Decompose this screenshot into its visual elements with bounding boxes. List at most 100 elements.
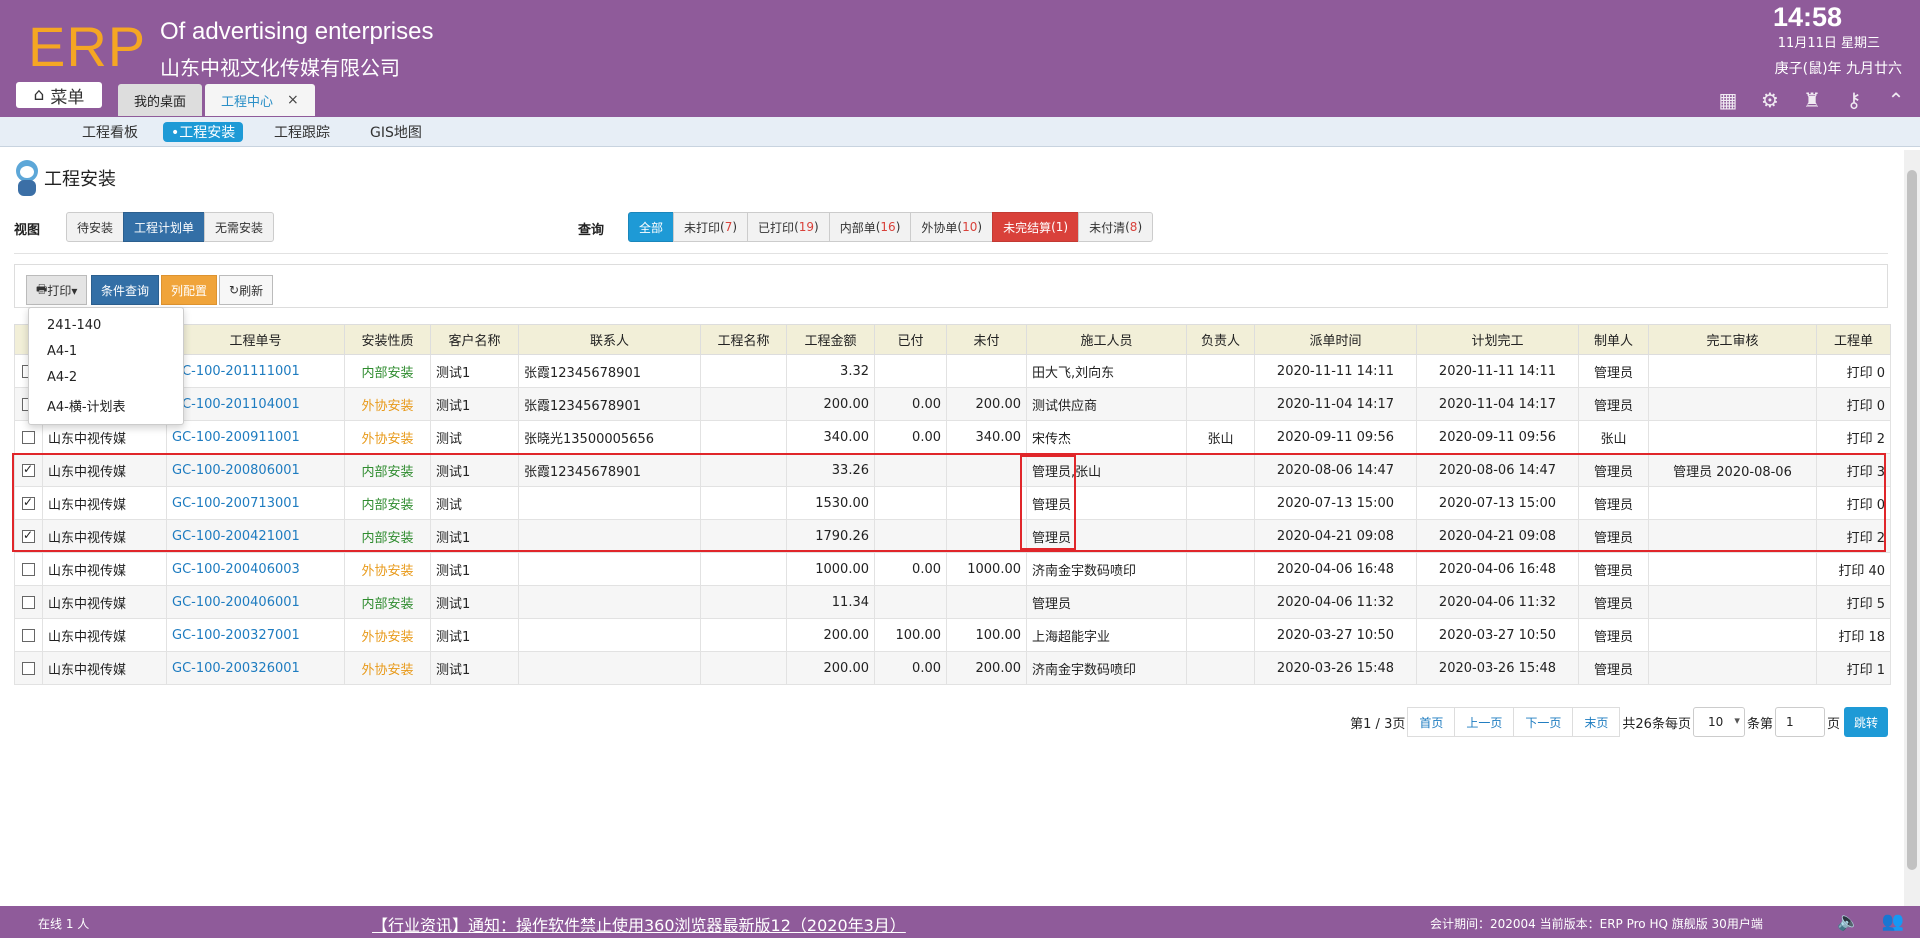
close-icon[interactable]: × bbox=[287, 92, 299, 108]
row-checkbox-cell[interactable] bbox=[14, 519, 43, 553]
row-checkbox[interactable] bbox=[22, 628, 35, 642]
filter-unprinted[interactable]: 未打印(7) bbox=[673, 212, 749, 242]
row-checkbox-cell[interactable] bbox=[14, 651, 43, 685]
grid-add-icon[interactable]: ▦ bbox=[1716, 88, 1740, 112]
prev-page-button[interactable]: 上一页 bbox=[1454, 707, 1515, 737]
page-number-input[interactable]: 1 bbox=[1774, 707, 1825, 737]
tab-my-desktop[interactable]: 我的桌面 bbox=[118, 84, 203, 116]
print-option-241-140[interactable]: 241-140 bbox=[47, 318, 101, 333]
gear-icon[interactable]: ⚙ bbox=[1758, 88, 1782, 112]
news-link[interactable]: 【行业资讯】通知：操作软件禁止使用360浏览器最新版12（2020年3月） bbox=[372, 912, 906, 936]
table-row[interactable]: GC-100-201111001 内部安装 测试1 张霞12345678901 3.32… bbox=[14, 354, 1891, 388]
menu-button[interactable]: ⌂ 菜单 bbox=[16, 82, 102, 108]
last-page-button[interactable]: 末页 bbox=[1572, 707, 1621, 737]
cell-print[interactable]: 打印 0 bbox=[1816, 387, 1891, 421]
row-checkbox[interactable] bbox=[22, 661, 35, 675]
row-checkbox-cell[interactable] bbox=[14, 420, 43, 454]
subnav-project-track[interactable]: 工程跟踪 bbox=[266, 122, 338, 142]
vertical-scrollbar[interactable] bbox=[1904, 150, 1920, 906]
filter-unsettled[interactable]: 未完结算(1) bbox=[992, 212, 1080, 242]
view-pending-install[interactable]: 待安装 bbox=[66, 212, 125, 242]
row-checkbox[interactable] bbox=[22, 595, 35, 609]
condition-query-button[interactable]: 条件查询 bbox=[91, 275, 160, 305]
table-row[interactable]: 山东中视传媒GC-100-200806001内部安装测试1张霞123456789… bbox=[14, 453, 1891, 487]
filter-outsourced[interactable]: 外协单(10) bbox=[910, 212, 994, 242]
subnav-project-install[interactable]: •工程安装 bbox=[163, 122, 244, 142]
cell-no[interactable]: GC-100-200406003 bbox=[166, 552, 345, 586]
col-header[interactable]: 客户名称 bbox=[430, 324, 519, 355]
col-header[interactable]: 完工审核 bbox=[1648, 324, 1817, 355]
table-row[interactable]: 山东中视传媒 GC-100-200327001 外协安装 测试1 200.00 100.0… bbox=[14, 618, 1891, 652]
row-checkbox-cell[interactable] bbox=[14, 552, 43, 586]
col-header[interactable]: 安装性质 bbox=[344, 324, 431, 355]
col-header[interactable]: 工程单 bbox=[1816, 324, 1891, 355]
filter-internal[interactable]: 内部单(16) bbox=[828, 212, 912, 242]
jump-button[interactable]: 跳转 bbox=[1843, 707, 1888, 737]
filter-unpaid[interactable]: 未付清(8) bbox=[1078, 212, 1154, 242]
cell-print[interactable]: 打印 40 bbox=[1816, 552, 1891, 586]
cell-no[interactable]: GC-100-201111001 bbox=[166, 354, 345, 388]
row-checkbox-cell[interactable] bbox=[14, 486, 43, 520]
cell-no[interactable]: GC-100-200806001 bbox=[166, 453, 345, 487]
cell-print[interactable]: 打印 3 bbox=[1816, 453, 1891, 487]
col-header[interactable]: 联系人 bbox=[518, 324, 701, 355]
col-header[interactable]: 已付 bbox=[874, 324, 947, 355]
row-checkbox-cell[interactable] bbox=[14, 453, 43, 487]
key-icon[interactable]: ⚷ bbox=[1842, 88, 1866, 112]
refresh-button[interactable]: ↻ 刷新 bbox=[219, 275, 274, 305]
row-checkbox-cell[interactable] bbox=[14, 585, 43, 619]
table-row[interactable]: 山东中视传媒 GC-100-200326001 外协安装 测试1 200.00 0.00 2… bbox=[14, 651, 1891, 685]
table-row[interactable]: 山东中视传媒 GC-100-200911001 外协安装 测试 张晓光135000056… bbox=[14, 420, 1891, 454]
row-checkbox[interactable] bbox=[22, 495, 35, 510]
col-header[interactable]: 施工人员 bbox=[1026, 324, 1187, 355]
cell-no[interactable]: GC-100-201104001 bbox=[166, 387, 345, 421]
page-size-select[interactable]: 10 bbox=[1692, 707, 1745, 737]
table-row[interactable]: 山东中视传媒 GC-100-200406003 外协安装 测试1 1000.00 0.00… bbox=[14, 552, 1891, 586]
table-row[interactable]: 山东中视传媒GC-100-200713001内部安装测试1530.00管理员20… bbox=[14, 486, 1891, 520]
table-row[interactable]: GC-100-201104001 外协安装 测试1 张霞12345678901 200.… bbox=[14, 387, 1891, 421]
row-checkbox[interactable] bbox=[22, 562, 35, 576]
subnav-project-board[interactable]: 工程看板 bbox=[74, 122, 146, 142]
col-header[interactable]: 未付 bbox=[946, 324, 1027, 355]
first-page-button[interactable]: 首页 bbox=[1407, 707, 1456, 737]
view-no-install[interactable]: 无需安装 bbox=[204, 212, 275, 242]
cell-no[interactable]: GC-100-200713001 bbox=[166, 486, 345, 520]
cell-no[interactable]: GC-100-200911001 bbox=[166, 420, 345, 454]
table-row[interactable]: 山东中视传媒 GC-100-200406001 内部安装 测试1 11.34 管理员 202… bbox=[14, 585, 1891, 619]
cell-no[interactable]: GC-100-200327001 bbox=[166, 618, 345, 652]
cell-print[interactable]: 打印 1 bbox=[1816, 651, 1891, 685]
shirt-icon[interactable]: ♜ bbox=[1800, 88, 1824, 112]
filter-all[interactable]: 全部 bbox=[628, 212, 675, 242]
cell-print[interactable]: 打印 5 bbox=[1816, 585, 1891, 619]
col-header[interactable]: 计划完工 bbox=[1416, 324, 1579, 355]
col-header[interactable]: 制单人 bbox=[1578, 324, 1649, 355]
cell-print[interactable]: 打印 0 bbox=[1816, 486, 1891, 520]
cell-print[interactable]: 打印 18 bbox=[1816, 618, 1891, 652]
row-checkbox[interactable] bbox=[22, 462, 35, 477]
print-option-a4-2[interactable]: A4-2 bbox=[47, 370, 77, 385]
row-checkbox[interactable] bbox=[22, 528, 35, 543]
cell-no[interactable]: GC-100-200421001 bbox=[166, 519, 345, 553]
cell-no[interactable]: GC-100-200406001 bbox=[166, 585, 345, 619]
col-header[interactable]: 工程单号 bbox=[166, 324, 345, 355]
col-header[interactable]: 工程名称 bbox=[700, 324, 787, 355]
table-row[interactable]: 山东中视传媒GC-100-200421001内部安装测试11790.26管理员2… bbox=[14, 519, 1891, 553]
tab-project-center[interactable]: 工程中心 × bbox=[205, 84, 315, 116]
speaker-icon[interactable]: 🔈 bbox=[1837, 911, 1859, 932]
print-option-a4-landscape-plan[interactable]: A4-横-计划表 bbox=[47, 396, 126, 415]
view-plan-sheet[interactable]: 工程计划单 bbox=[123, 212, 206, 242]
collapse-up-icon[interactable]: ⌃ bbox=[1884, 88, 1908, 112]
col-header[interactable]: 负责人 bbox=[1186, 324, 1255, 355]
row-checkbox-cell[interactable] bbox=[14, 618, 43, 652]
col-header[interactable]: 派单时间 bbox=[1254, 324, 1417, 355]
print-option-a4-1[interactable]: A4-1 bbox=[47, 344, 77, 359]
cell-print[interactable]: 打印 2 bbox=[1816, 420, 1891, 454]
filter-printed[interactable]: 已打印(19) bbox=[747, 212, 830, 242]
cell-print[interactable]: 打印 2 bbox=[1816, 519, 1891, 553]
next-page-button[interactable]: 下一页 bbox=[1513, 707, 1574, 737]
cell-no[interactable]: GC-100-200326001 bbox=[166, 651, 345, 685]
subnav-gis-map[interactable]: GIS地图 bbox=[362, 122, 430, 142]
cell-print[interactable]: 打印 0 bbox=[1816, 354, 1891, 388]
print-button[interactable]: 🖶 打印▾ bbox=[26, 275, 88, 305]
col-header[interactable]: 工程金额 bbox=[786, 324, 875, 355]
